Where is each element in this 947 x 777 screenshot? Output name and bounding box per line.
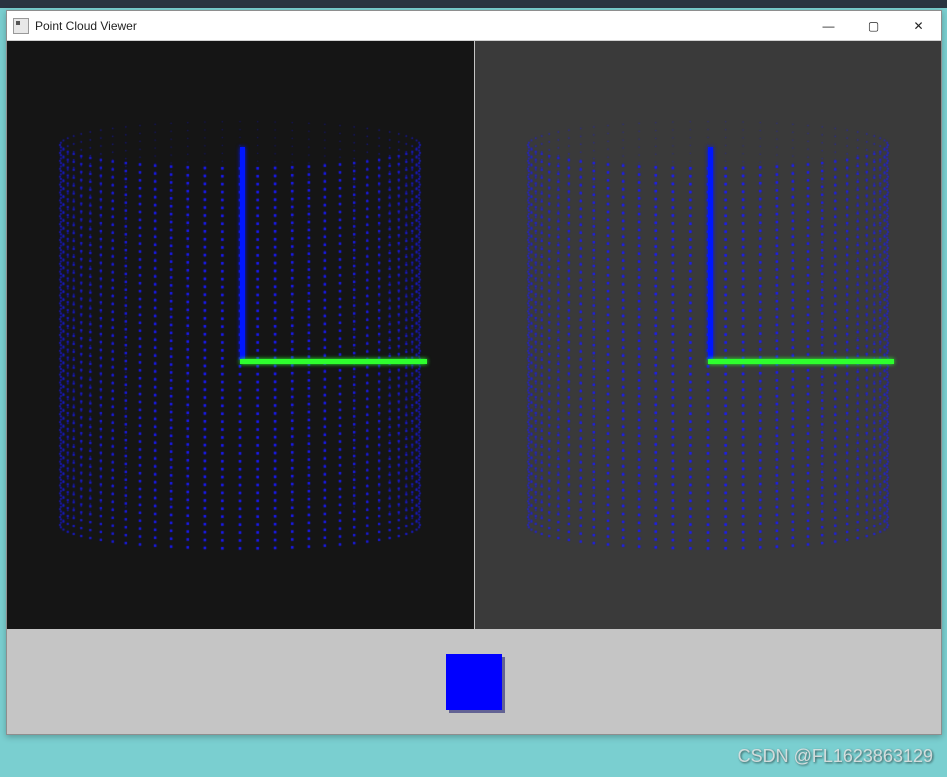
watermark-text: CSDN @FL1623863129 [738,746,933,767]
app-window: Point Cloud Viewer — ▢ ✕ [6,10,942,735]
axis-x-icon [708,359,895,364]
app-icon [13,18,29,34]
bottom-panel [7,629,941,734]
viewport-right[interactable] [475,41,942,629]
axis-x-icon [240,359,427,364]
background-taskbar-strip [0,0,947,8]
window-content [7,41,941,734]
viewport-left[interactable] [7,41,474,629]
cube-preview[interactable] [446,654,502,710]
window-title: Point Cloud Viewer [35,19,137,33]
axis-z-icon [240,147,245,359]
title-left: Point Cloud Viewer [13,18,137,34]
window-controls: — ▢ ✕ [806,11,941,40]
titlebar[interactable]: Point Cloud Viewer — ▢ ✕ [7,11,941,41]
minimize-button[interactable]: — [806,11,851,40]
axis-z-icon [708,147,713,359]
maximize-button[interactable]: ▢ [851,11,896,40]
viewports-row [7,41,941,629]
close-button[interactable]: ✕ [896,11,941,40]
